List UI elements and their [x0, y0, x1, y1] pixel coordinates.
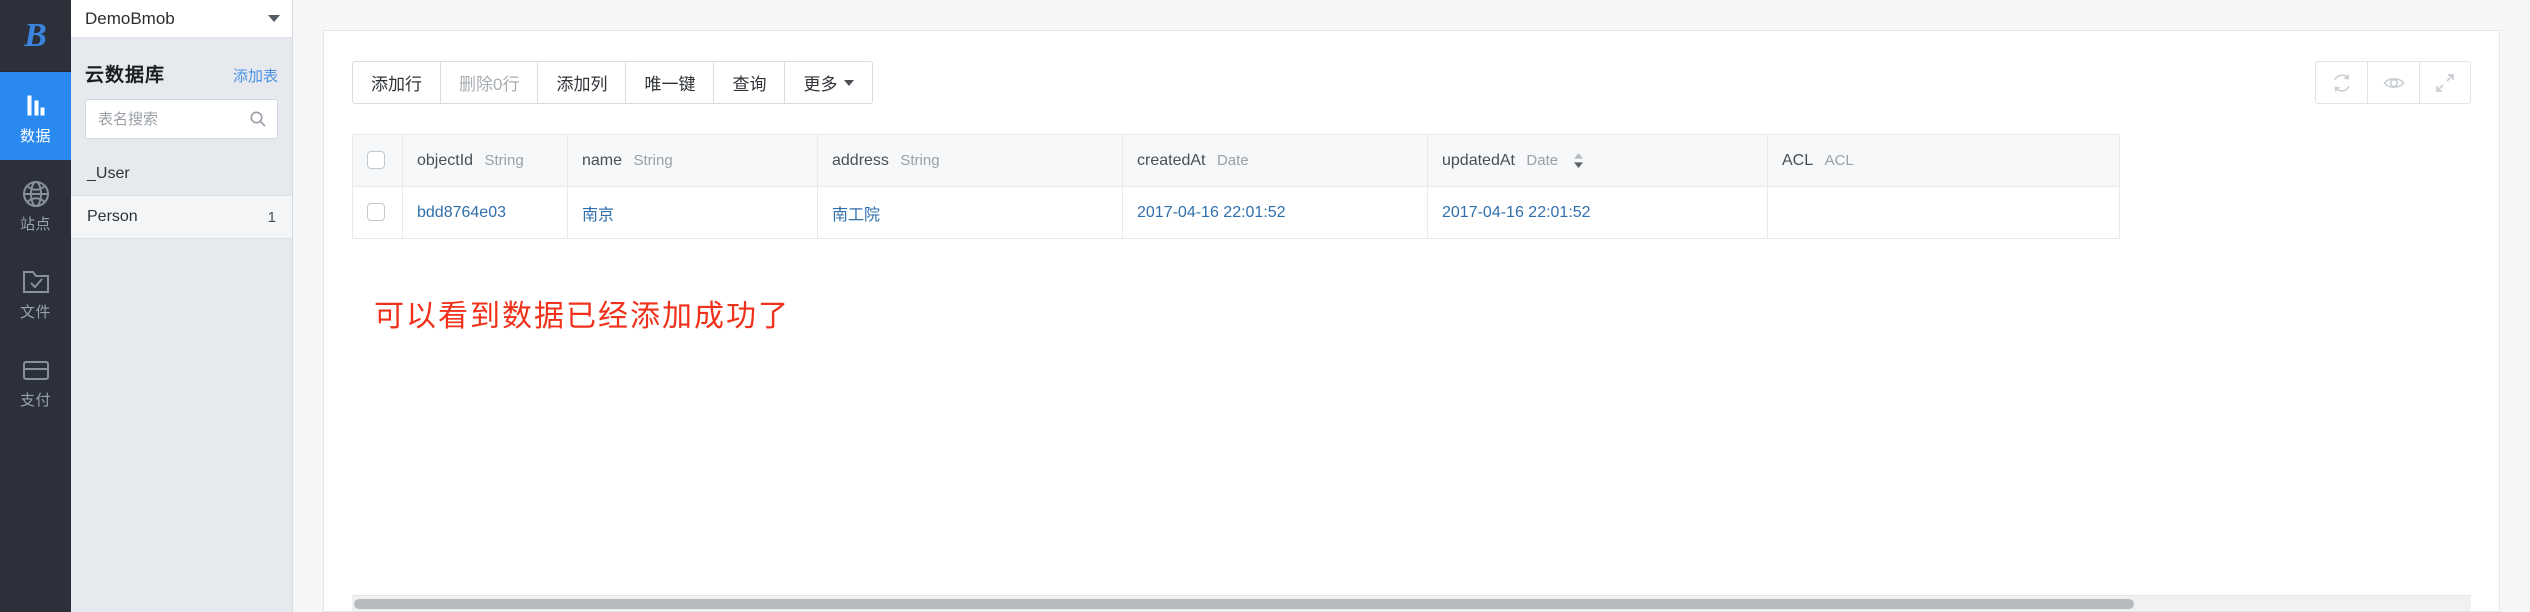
row-checkbox[interactable]	[367, 203, 385, 222]
preview-button[interactable]	[2367, 61, 2419, 104]
chevron-down-icon	[268, 15, 280, 22]
eye-icon	[2383, 77, 2404, 88]
cell-createdat[interactable]: 2017-04-16 22:01:52	[1122, 186, 1428, 239]
data-grid: objectId String name String address Stri…	[352, 134, 2471, 239]
search-icon	[250, 111, 266, 127]
column-type: Date	[1526, 151, 1559, 169]
grid-body: bdd8764e03 南京 南工院 2017-04-16 22:01:52 20…	[352, 186, 2471, 239]
column-type: String	[484, 151, 524, 169]
add-column-button[interactable]: 添加列	[537, 61, 626, 104]
grid-toolbar: 添加行 删除0行 添加列 唯一键 查询 更多	[352, 61, 2471, 104]
column-name: name	[582, 151, 623, 169]
horizontal-scrollbar[interactable]	[352, 595, 2471, 611]
tables-panel: DemoBmob 云数据库 添加表 _User Person	[71, 0, 293, 612]
credit-card-icon	[22, 360, 49, 380]
cell-value: 南京	[582, 206, 615, 224]
cell-name[interactable]: 南京	[567, 186, 818, 239]
column-name: objectId	[417, 151, 474, 169]
cell-value: 2017-04-16 22:01:52	[1442, 203, 1591, 221]
project-name: DemoBmob	[85, 8, 175, 28]
scrollbar-thumb[interactable]	[354, 599, 2134, 609]
column-header-objectid[interactable]: objectId String	[402, 134, 568, 187]
table-name: _User	[87, 165, 130, 182]
cell-value: 2017-04-16 22:01:52	[1137, 203, 1286, 221]
select-all-cell	[352, 134, 403, 187]
more-button[interactable]: 更多	[784, 61, 874, 104]
column-header-address[interactable]: address String	[817, 134, 1123, 187]
rail-item-files[interactable]: 文件	[0, 248, 71, 336]
toolbar-icon-group	[2315, 61, 2471, 104]
panel-header: 云数据库 添加表	[71, 38, 292, 99]
cell-value: bdd8764e03	[417, 203, 506, 221]
cell-address[interactable]: 南工院	[817, 186, 1123, 239]
row-select-cell	[352, 186, 403, 239]
table-row-count: 1	[267, 208, 276, 226]
delete-rows-button[interactable]: 删除0行	[440, 61, 538, 104]
table-list-item-user[interactable]: _User	[71, 153, 292, 196]
table-search-box[interactable]	[85, 99, 292, 139]
refresh-icon	[2333, 73, 2350, 92]
bar-chart-icon	[27, 95, 44, 115]
row-filler	[2119, 186, 2471, 239]
primary-nav-rail: B 数据 站点 文件 支付	[0, 0, 71, 612]
chevron-down-icon	[844, 79, 855, 86]
grid-header: objectId String name String address Stri…	[352, 134, 2471, 187]
rail-item-site[interactable]: 站点	[0, 160, 71, 248]
fullscreen-button[interactable]	[2419, 61, 2471, 104]
column-name: address	[832, 151, 889, 169]
header-row: objectId String name String address Stri…	[352, 134, 2471, 187]
column-type: ACL	[1824, 151, 1854, 169]
app-root: B 数据 站点 文件 支付 DemoBmob 云数据库 添加表 表名搜索 _Us…	[0, 0, 2530, 612]
column-name: createdAt	[1137, 151, 1206, 169]
unique-key-button[interactable]: 唯一键	[625, 61, 714, 104]
table-list: _User Person 1	[71, 153, 292, 612]
rail-label-data: 数据	[19, 127, 51, 145]
toolbar-button-group: 添加行 删除0行 添加列 唯一键 查询 更多	[352, 61, 874, 104]
rail-label-site: 站点	[19, 215, 51, 233]
panel-title: 云数据库	[85, 65, 166, 86]
content-area: 添加行 删除0行 添加列 唯一键 查询 更多 objectId String n…	[293, 0, 2530, 612]
rail-label-payment: 支付	[19, 391, 51, 409]
expand-icon	[2436, 73, 2454, 92]
rail-item-payment[interactable]: 支付	[0, 336, 71, 424]
add-row-button[interactable]: 添加行	[352, 61, 440, 104]
column-type: String	[900, 151, 940, 169]
rail-item-data[interactable]: 数据	[0, 72, 71, 160]
rail-label-files: 文件	[19, 303, 51, 321]
column-name: updatedAt	[1442, 151, 1515, 169]
column-type: Date	[1216, 151, 1249, 169]
table-name: Person	[87, 208, 138, 225]
cell-acl[interactable]	[1767, 186, 2120, 239]
table-row[interactable]: bdd8764e03 南京 南工院 2017-04-16 22:01:52 20…	[352, 186, 2471, 239]
header-filler	[2119, 134, 2471, 187]
more-button-label: 更多	[803, 75, 838, 94]
data-card: 添加行 删除0行 添加列 唯一键 查询 更多 objectId String n…	[323, 30, 2500, 612]
project-selector[interactable]: DemoBmob	[71, 0, 292, 38]
cell-objectid[interactable]: bdd8764e03	[402, 186, 568, 239]
refresh-button[interactable]	[2315, 61, 2367, 104]
data-grid-wrapper: objectId String name String address Stri…	[352, 134, 2471, 611]
column-type: String	[633, 151, 673, 169]
search-wrapper	[71, 99, 292, 153]
cell-updatedat[interactable]: 2017-04-16 22:01:52	[1427, 186, 1768, 239]
select-all-checkbox[interactable]	[367, 151, 385, 170]
globe-icon	[22, 180, 49, 207]
cell-value: 南工院	[832, 206, 881, 224]
add-table-link[interactable]: 添加表	[233, 65, 278, 86]
column-header-name[interactable]: name String	[567, 134, 818, 187]
sort-toggle-icon[interactable]	[1572, 152, 1585, 169]
folder-check-icon	[22, 270, 49, 293]
column-name: ACL	[1782, 151, 1814, 169]
bmob-logo: B	[0, 0, 71, 72]
query-button[interactable]: 查询	[713, 61, 785, 104]
column-header-updatedat[interactable]: updatedAt Date	[1427, 134, 1768, 187]
column-header-acl[interactable]: ACL ACL	[1767, 134, 2120, 187]
column-header-createdat[interactable]: createdAt Date	[1122, 134, 1428, 187]
annotation-text: 可以看到数据已经添加成功了	[374, 300, 790, 333]
table-list-item-person[interactable]: Person 1	[71, 196, 292, 239]
